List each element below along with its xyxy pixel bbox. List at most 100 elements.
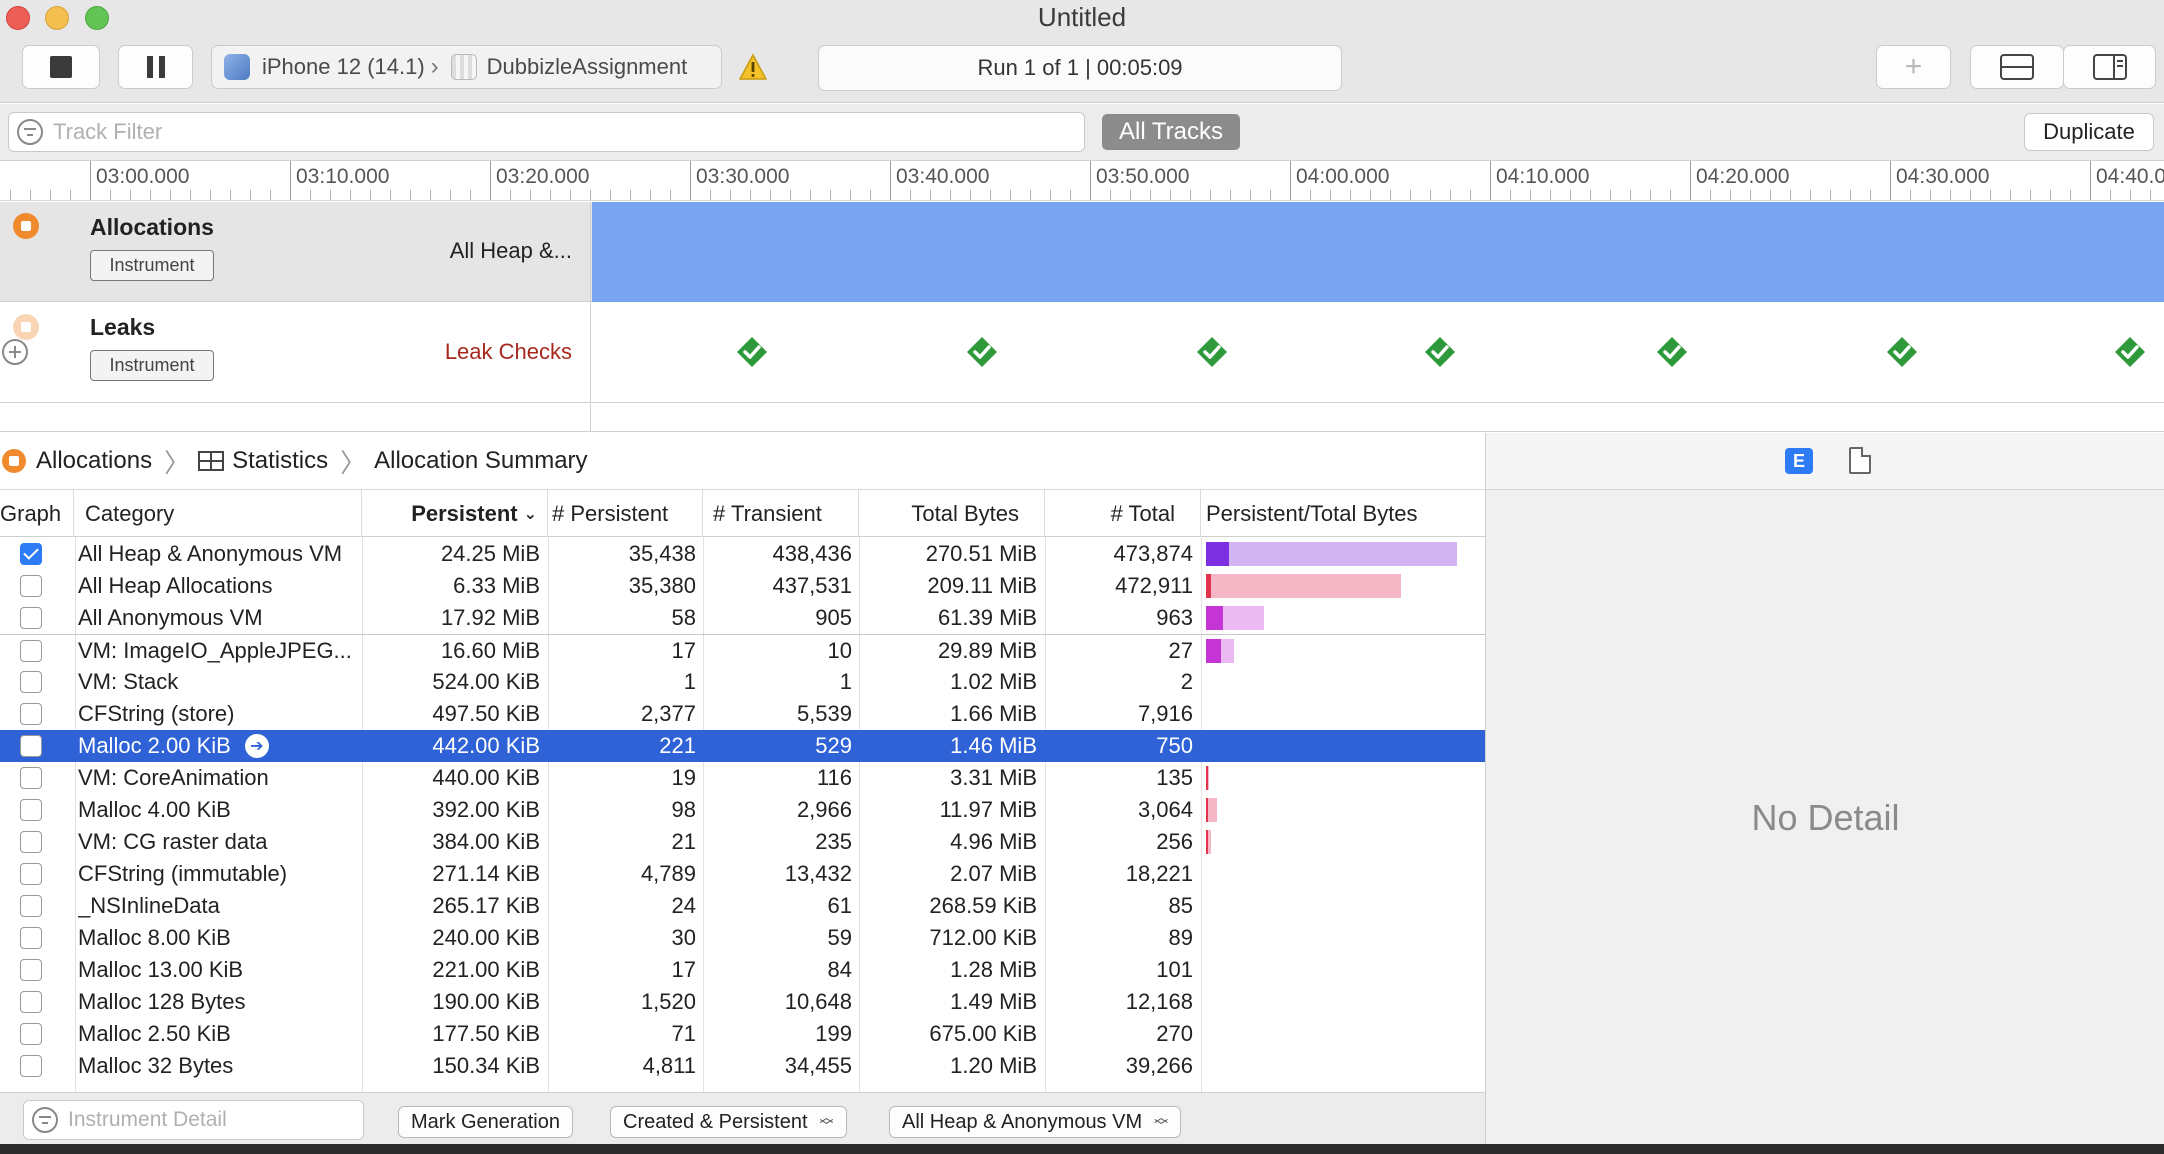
instrument-detail-filter[interactable] bbox=[23, 1100, 364, 1140]
table-row[interactable]: VM: Stack 524.00 KiB 1 1 1.02 MiB 2 bbox=[0, 666, 1485, 698]
graph-checkbox[interactable] bbox=[20, 799, 42, 821]
document-icon[interactable] bbox=[1849, 447, 1871, 474]
mark-generation-button[interactable]: Mark Generation bbox=[398, 1106, 573, 1138]
table-row[interactable]: Malloc 128 Bytes 190.00 KiB 1,520 10,648 1.4… bbox=[0, 986, 1485, 1018]
lifespan-select[interactable]: Created & Persistent ︿ ﹀ bbox=[610, 1106, 847, 1138]
leak-check-passed-icon[interactable] bbox=[2114, 336, 2146, 368]
table-row[interactable]: Malloc 2.50 KiB 177.50 KiB 71 199 675.00 KiB… bbox=[0, 1018, 1485, 1050]
graph-checkbox[interactable] bbox=[20, 671, 42, 693]
allocations-graph[interactable] bbox=[592, 202, 2164, 302]
graph-checkbox[interactable] bbox=[20, 863, 42, 885]
stop-recording-button[interactable] bbox=[22, 45, 100, 89]
toggle-inspector-button[interactable] bbox=[2063, 45, 2156, 89]
graph-checkbox[interactable] bbox=[20, 895, 42, 917]
leak-check-passed-icon[interactable] bbox=[1424, 336, 1456, 368]
column-header-persistent[interactable]: Persistent ⌄ bbox=[362, 490, 548, 537]
graph-checkbox[interactable] bbox=[20, 991, 42, 1013]
table-row[interactable]: CFString (store) 497.50 KiB 2,377 5,539 1.66… bbox=[0, 698, 1485, 730]
column-header-num-total[interactable]: # Total bbox=[1045, 490, 1201, 537]
focus-arrow-icon[interactable]: ➔ bbox=[244, 734, 269, 758]
leak-check-passed-icon[interactable] bbox=[736, 336, 768, 368]
column-header-total-bytes[interactable]: Total Bytes bbox=[859, 490, 1045, 537]
sort-descending-icon: ⌄ bbox=[523, 505, 537, 523]
graph-checkbox[interactable] bbox=[20, 735, 42, 757]
toggle-bottom-pane-button[interactable] bbox=[1970, 45, 2064, 89]
ruler-tick-label: 04:40.0 bbox=[2096, 165, 2164, 188]
graph-checkbox[interactable] bbox=[20, 1023, 42, 1045]
table-row[interactable]: Malloc 32 Bytes 150.34 KiB 4,811 34,455 1.20… bbox=[0, 1050, 1485, 1082]
table-row[interactable]: Malloc 13.00 KiB 221.00 KiB 17 84 1.28 MiB 10… bbox=[0, 954, 1485, 986]
table-row[interactable]: Malloc 4.00 KiB 392.00 KiB 98 2,966 11.97 Mi… bbox=[0, 794, 1485, 826]
cell-num-total-text: 963 bbox=[1156, 605, 1193, 630]
table-row[interactable]: All Heap Allocations 6.33 MiB 35,380 437,53… bbox=[0, 570, 1485, 602]
cell-persistent-text: 16.60 MiB bbox=[440, 638, 540, 663]
cell-total-bytes-text: 11.97 MiB bbox=[939, 797, 1037, 822]
graph-checkbox[interactable] bbox=[20, 543, 42, 565]
cell-category-text: Malloc 32 Bytes bbox=[78, 1053, 234, 1078]
target-device-selector[interactable]: iPhone 12 (14.1) › DubbizleAssignment bbox=[211, 45, 722, 89]
cell-num-total-text: 39,266 bbox=[1125, 1053, 1193, 1078]
table-row[interactable]: VM: CG raster data 384.00 KiB 21 235 4.96 Mi… bbox=[0, 826, 1485, 858]
breadcrumb-item-statistics[interactable]: Statistics bbox=[232, 447, 328, 475]
add-instrument-button[interactable]: + bbox=[1876, 45, 1951, 89]
instrument-detail-input[interactable] bbox=[68, 1108, 348, 1132]
leak-check-passed-icon[interactable] bbox=[966, 336, 998, 368]
pause-recording-button[interactable] bbox=[118, 45, 193, 89]
cell-num-persistent: 58 bbox=[548, 602, 696, 634]
track-allocations[interactable]: Allocations Instrument All Heap &... bbox=[0, 202, 2164, 302]
timeline-ruler[interactable]: 03:00.000 03:10.000 03:20.000 03:30.000 03:4… bbox=[0, 161, 2164, 201]
graph-checkbox[interactable] bbox=[20, 607, 42, 629]
cell-persistent-text: 271.14 KiB bbox=[432, 861, 540, 886]
graph-checkbox[interactable] bbox=[20, 640, 42, 662]
graph-checkbox[interactable] bbox=[20, 959, 42, 981]
track-leaks[interactable]: Leaks Instrument Leak Checks bbox=[0, 302, 2164, 403]
column-header-num-transient[interactable]: # Transient bbox=[703, 490, 859, 537]
column-header-persistent-total-bytes[interactable]: Persistent/Total Bytes bbox=[1201, 490, 1485, 537]
track-filter-field[interactable] bbox=[8, 112, 1085, 152]
extended-detail-tab-icon[interactable]: E bbox=[1785, 448, 1813, 474]
graph-checkbox[interactable] bbox=[20, 703, 42, 725]
column-header-graph[interactable]: Graph bbox=[0, 490, 74, 537]
target-app-name: DubbizleAssignment bbox=[486, 54, 688, 79]
table-row[interactable]: VM: ImageIO_AppleJPEG... 16.60 MiB 17 10 29.… bbox=[0, 634, 1485, 666]
cell-category-text: Malloc 4.00 KiB bbox=[78, 797, 231, 822]
cell-num-total: 85 bbox=[1045, 890, 1193, 922]
leak-check-passed-icon[interactable] bbox=[1656, 336, 1688, 368]
cell-num-total-text: 270 bbox=[1156, 1021, 1193, 1046]
table-row[interactable]: VM: CoreAnimation 440.00 KiB 19 116 3.31 MiB… bbox=[0, 762, 1485, 794]
table-row[interactable]: _NSInlineData 265.17 KiB 24 61 268.59 KiB 85 bbox=[0, 890, 1485, 922]
leak-check-passed-icon[interactable] bbox=[1886, 336, 1918, 368]
warning-icon[interactable] bbox=[739, 53, 767, 81]
cell-num-persistent: 17 bbox=[548, 635, 696, 667]
graph-checkbox[interactable] bbox=[20, 831, 42, 853]
ruler-minor-tick bbox=[1570, 190, 1571, 200]
track-filter-input[interactable] bbox=[53, 119, 953, 145]
cell-persistent: 265.17 KiB bbox=[362, 890, 540, 922]
ruler-tick-label: 03:30.000 bbox=[696, 165, 790, 188]
table-row[interactable]: All Anonymous VM 17.92 MiB 58 905 61.39 MiB 9… bbox=[0, 602, 1485, 634]
cell-num-transient: 13,432 bbox=[703, 858, 852, 890]
ruler-minor-tick bbox=[250, 190, 251, 200]
breadcrumb-item-allocations[interactable]: Allocations bbox=[36, 447, 152, 475]
graph-checkbox[interactable] bbox=[20, 1055, 42, 1077]
table-row[interactable]: Malloc 8.00 KiB 240.00 KiB 30 59 712.00 KiB 8… bbox=[0, 922, 1485, 954]
graph-checkbox[interactable] bbox=[20, 767, 42, 789]
column-header-category[interactable]: Category bbox=[75, 490, 362, 537]
table-row[interactable]: CFString (immutable) 271.14 KiB 4,789 13,43… bbox=[0, 858, 1485, 890]
leak-check-passed-icon[interactable] bbox=[1196, 336, 1228, 368]
allocation-type-select[interactable]: All Heap & Anonymous VM ︿ ﹀ bbox=[889, 1106, 1182, 1138]
column-header-num-persistent[interactable]: # Persistent bbox=[548, 490, 703, 537]
graph-checkbox[interactable] bbox=[20, 575, 42, 597]
table-row[interactable]: All Heap & Anonymous VM 24.25 MiB 35,438 43… bbox=[0, 538, 1485, 570]
allocations-icon bbox=[2, 449, 26, 473]
cell-total-bytes-text: 675.00 KiB bbox=[929, 1021, 1037, 1046]
add-icon[interactable] bbox=[1, 338, 29, 366]
duplicate-button[interactable]: Duplicate bbox=[2024, 113, 2154, 151]
track-name: Allocations bbox=[90, 214, 214, 240]
breadcrumb-item-allocation-summary[interactable]: Allocation Summary bbox=[374, 447, 587, 475]
table-row[interactable]: Malloc 2.00 KiB ➔ 442.00 KiB 221 529 1.46 MiB… bbox=[0, 730, 1485, 762]
graph-checkbox[interactable] bbox=[20, 927, 42, 949]
device-icon bbox=[224, 54, 250, 80]
cell-total-bytes-text: 1.20 MiB bbox=[950, 1053, 1037, 1078]
all-tracks-button[interactable]: All Tracks bbox=[1102, 114, 1240, 150]
